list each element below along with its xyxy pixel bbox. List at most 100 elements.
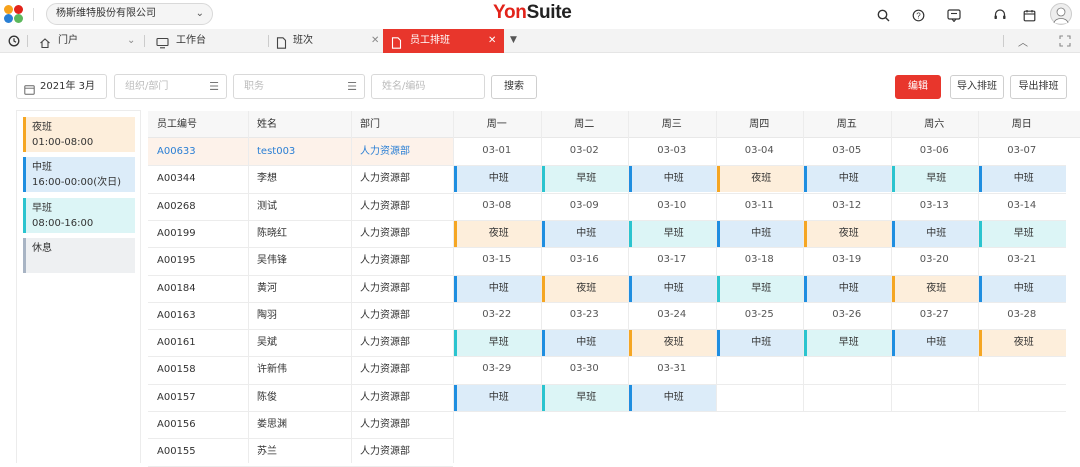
employee-name[interactable]: 娄思渊 bbox=[257, 411, 351, 438]
shift-legend-early[interactable]: 早班 08:00-16:00 bbox=[23, 198, 135, 233]
employee-dept[interactable]: 人力资源部 bbox=[360, 302, 453, 329]
date-cell[interactable]: 03-10 bbox=[628, 193, 716, 219]
date-cell[interactable]: 03-08 bbox=[453, 193, 541, 219]
shift-cell[interactable]: 早班 bbox=[979, 220, 1066, 247]
shift-cell[interactable]: 中班 bbox=[629, 275, 716, 302]
date-cell[interactable]: 03-12 bbox=[803, 193, 891, 219]
employee-dept[interactable]: 人力资源部 bbox=[360, 138, 453, 165]
employee-dept[interactable]: 人力资源部 bbox=[360, 165, 453, 192]
shift-cell[interactable]: 中班 bbox=[804, 275, 891, 302]
employee-name[interactable]: 苏兰 bbox=[257, 438, 351, 465]
employee-id[interactable]: A00195 bbox=[157, 247, 248, 274]
shift-cell[interactable]: 夜班 bbox=[891, 275, 978, 302]
date-cell[interactable]: 03-05 bbox=[803, 138, 891, 164]
date-cell[interactable]: 03-16 bbox=[541, 247, 629, 273]
shift-cell[interactable]: 中班 bbox=[454, 384, 541, 411]
shift-legend-middle[interactable]: 中班 16:00-00:00(次日) bbox=[23, 157, 135, 192]
employee-name[interactable]: test003 bbox=[257, 138, 351, 165]
shift-cell[interactable]: 中班 bbox=[541, 330, 628, 357]
date-cell[interactable]: 03-03 bbox=[628, 138, 716, 164]
employee-dept[interactable]: 人力资源部 bbox=[360, 193, 453, 220]
shift-cell[interactable]: 中班 bbox=[541, 220, 628, 247]
shift-cell[interactable]: 中班 bbox=[979, 166, 1066, 193]
import-schedule-button[interactable]: 导入排班 bbox=[950, 75, 1004, 99]
shift-cell[interactable]: 夜班 bbox=[979, 330, 1066, 357]
tab-workbench[interactable]: 工作台 bbox=[154, 29, 254, 53]
message-icon[interactable] bbox=[946, 7, 962, 23]
employee-id[interactable]: A00157 bbox=[157, 384, 248, 411]
shift-cell[interactable]: 中班 bbox=[979, 275, 1066, 302]
date-cell[interactable]: 03-02 bbox=[541, 138, 629, 164]
date-cell[interactable]: 03-11 bbox=[716, 193, 804, 219]
date-cell[interactable]: 03-06 bbox=[891, 138, 979, 164]
date-cell[interactable]: 03-28 bbox=[978, 302, 1066, 328]
date-cell[interactable]: 03-07 bbox=[978, 138, 1066, 164]
shift-cell[interactable]: 夜班 bbox=[541, 275, 628, 302]
shift-cell[interactable]: 夜班 bbox=[716, 166, 803, 193]
employee-id[interactable]: A00155 bbox=[157, 438, 248, 465]
employee-dept[interactable]: 人力资源部 bbox=[360, 275, 453, 302]
shift-cell[interactable]: 早班 bbox=[716, 275, 803, 302]
date-cell[interactable]: 03-24 bbox=[628, 302, 716, 328]
date-cell[interactable]: 03-29 bbox=[453, 356, 541, 382]
close-icon[interactable]: ✕ bbox=[371, 35, 379, 46]
date-cell[interactable]: 03-30 bbox=[541, 356, 629, 382]
shift-cell[interactable]: 夜班 bbox=[804, 220, 891, 247]
date-cell[interactable]: 03-26 bbox=[803, 302, 891, 328]
employee-name[interactable]: 吴伟锋 bbox=[257, 247, 351, 274]
shift-cell[interactable]: 早班 bbox=[629, 220, 716, 247]
employee-name[interactable]: 李想 bbox=[257, 165, 351, 192]
tab-overflow-icon[interactable]: ▼ bbox=[510, 35, 517, 45]
shift-cell[interactable]: 早班 bbox=[804, 330, 891, 357]
employee-name[interactable]: 陈俊 bbox=[257, 384, 351, 411]
org-filter[interactable]: 组织/部门 ☰ bbox=[114, 74, 227, 99]
employee-name[interactable]: 陶羽 bbox=[257, 302, 351, 329]
tab-shift[interactable]: 班次 bbox=[274, 29, 370, 53]
date-cell[interactable]: 03-21 bbox=[978, 247, 1066, 273]
help-icon[interactable]: ? bbox=[910, 7, 926, 23]
date-cell[interactable]: 03-31 bbox=[628, 356, 716, 382]
date-cell[interactable]: 03-20 bbox=[891, 247, 979, 273]
employee-id[interactable]: A00199 bbox=[157, 220, 248, 247]
shift-cell[interactable]: 早班 bbox=[541, 166, 628, 193]
shift-cell[interactable]: 中班 bbox=[716, 330, 803, 357]
employee-id[interactable]: A00161 bbox=[157, 329, 248, 356]
employee-dept[interactable]: 人力资源部 bbox=[360, 247, 453, 274]
date-cell[interactable]: 03-27 bbox=[891, 302, 979, 328]
employee-id[interactable]: A00184 bbox=[157, 275, 248, 302]
date-cell[interactable]: 03-17 bbox=[628, 247, 716, 273]
shift-cell[interactable]: 中班 bbox=[716, 220, 803, 247]
date-cell[interactable]: 03-09 bbox=[541, 193, 629, 219]
export-schedule-button[interactable]: 导出排班 bbox=[1010, 75, 1067, 99]
tab-menu-icon[interactable]: ⌄ bbox=[127, 35, 135, 46]
shift-cell[interactable]: 中班 bbox=[891, 330, 978, 357]
employee-name[interactable]: 许新伟 bbox=[257, 356, 351, 383]
employee-name[interactable]: 吴斌 bbox=[257, 329, 351, 356]
company-selector[interactable]: 杨斯维特股份有限公司 ⌄ bbox=[46, 3, 213, 25]
headset-icon[interactable] bbox=[992, 7, 1008, 23]
employee-id[interactable]: A00158 bbox=[157, 356, 248, 383]
date-cell[interactable]: 03-18 bbox=[716, 247, 804, 273]
edit-button[interactable]: 编辑 bbox=[895, 75, 941, 99]
date-cell[interactable]: 03-19 bbox=[803, 247, 891, 273]
shift-cell[interactable]: 早班 bbox=[454, 330, 541, 357]
search-button[interactable]: 搜索 bbox=[491, 75, 537, 99]
date-cell[interactable]: 03-01 bbox=[453, 138, 541, 164]
shift-cell[interactable]: 中班 bbox=[629, 166, 716, 193]
employee-id[interactable]: A00633 bbox=[157, 138, 248, 165]
shift-cell[interactable]: 夜班 bbox=[629, 330, 716, 357]
shift-cell[interactable]: 早班 bbox=[541, 384, 628, 411]
employee-id[interactable]: A00163 bbox=[157, 302, 248, 329]
date-cell[interactable]: 03-23 bbox=[541, 302, 629, 328]
employee-dept[interactable]: 人力资源部 bbox=[360, 411, 453, 438]
shift-cell[interactable]: 中班 bbox=[454, 166, 541, 193]
app-logo-icon[interactable] bbox=[4, 5, 24, 23]
date-cell[interactable]: 03-15 bbox=[453, 247, 541, 273]
position-filter[interactable]: 职务 ☰ bbox=[233, 74, 365, 99]
collapse-icon[interactable]: ︿ bbox=[1018, 34, 1028, 49]
month-picker[interactable]: 2021年 3月 bbox=[16, 74, 107, 99]
history-icon[interactable] bbox=[8, 35, 20, 50]
search-icon[interactable] bbox=[875, 7, 891, 23]
shift-cell[interactable]: 中班 bbox=[454, 275, 541, 302]
shift-cell[interactable]: 中班 bbox=[804, 166, 891, 193]
